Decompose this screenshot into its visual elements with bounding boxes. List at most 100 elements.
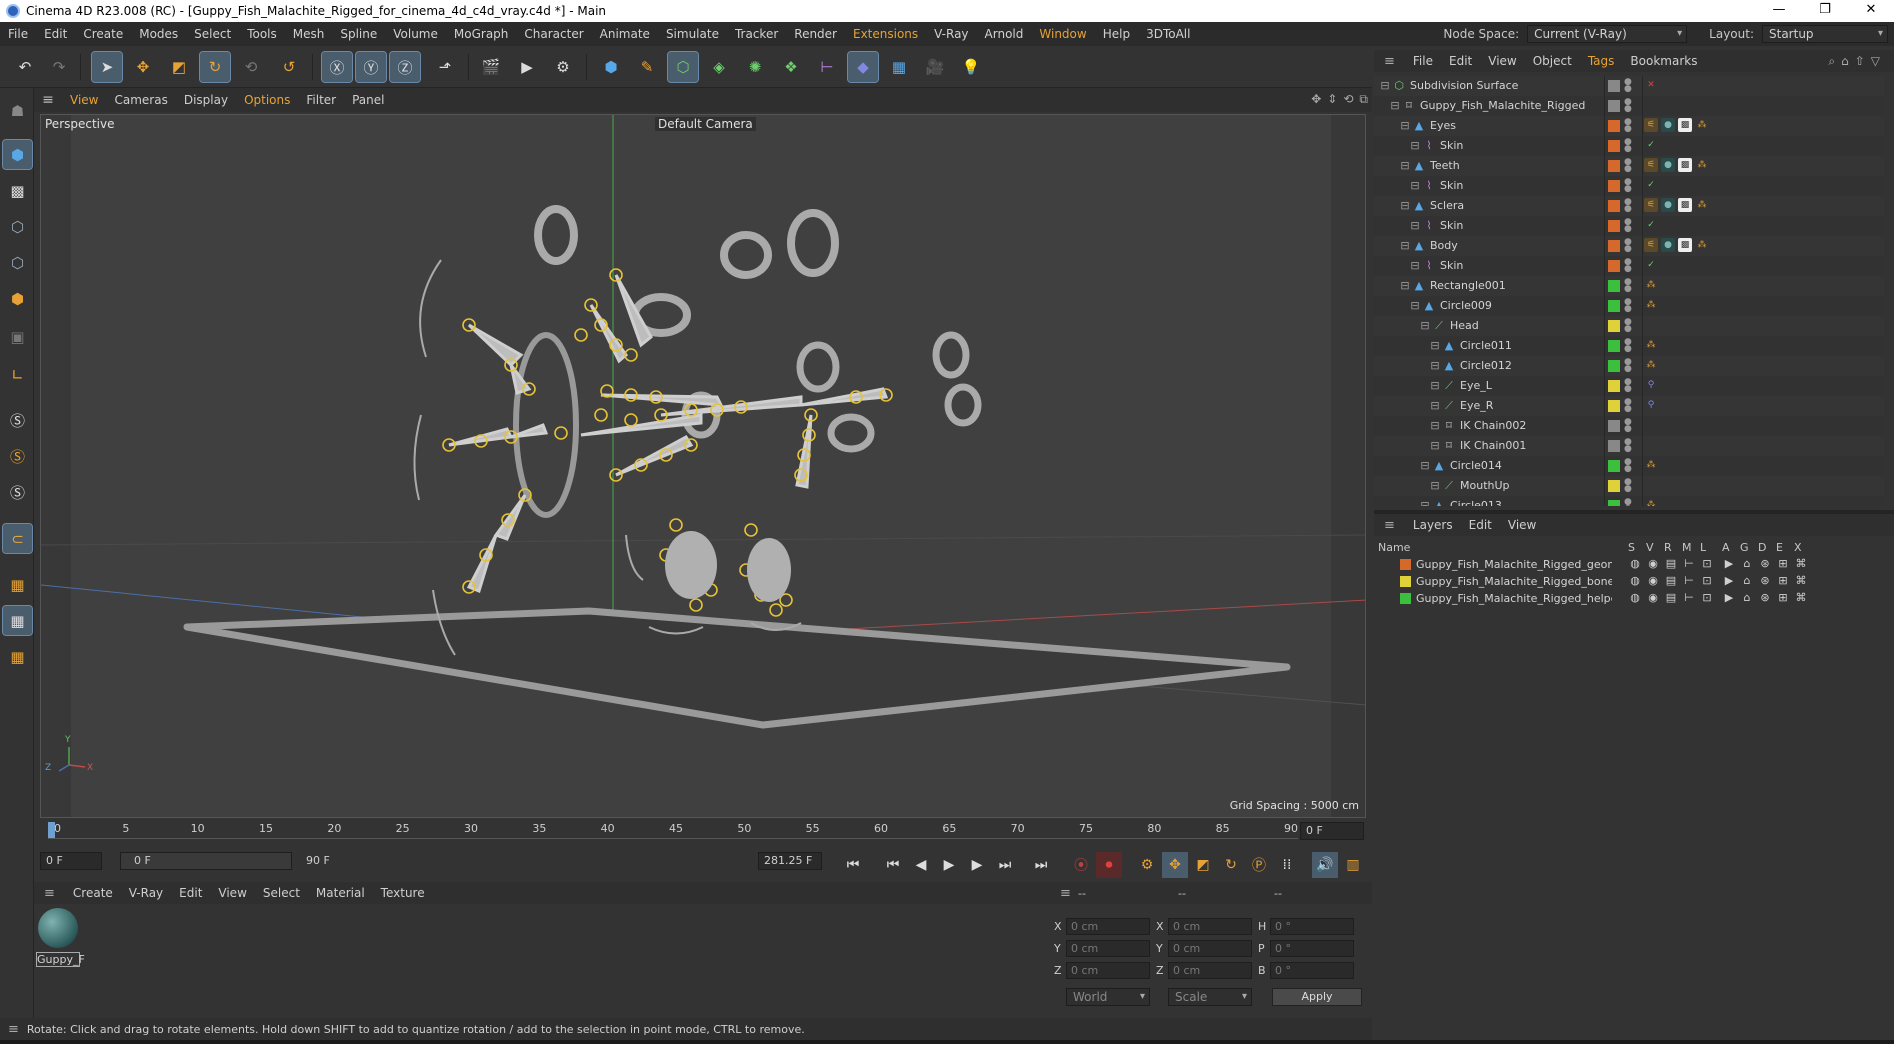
solo-icon[interactable]: ◍ [1628,557,1642,570]
polygons-mode-icon[interactable]: ⬢ [3,284,32,313]
enabled-check-icon[interactable]: ✓ [1644,178,1658,192]
menu-edit[interactable]: Edit [36,27,75,41]
expand-toggle-icon[interactable]: ⊟ [1408,219,1422,233]
deformers-icon[interactable]: ⊛ [1758,591,1772,604]
layer-color-swatch[interactable] [1400,576,1411,587]
expand-toggle-icon[interactable]: ⊟ [1428,439,1442,453]
object-row[interactable]: ⊟ ⟋ MouthUp ● ● [1374,476,1884,496]
visibility-dots-icon[interactable]: ●● [1624,258,1632,274]
material-menu-view[interactable]: View [210,886,254,900]
object-menu-edit[interactable]: Edit [1441,54,1480,68]
size-x-field[interactable]: 0 cm [1168,918,1252,935]
transform-tool-icon[interactable]: ↺ [274,52,304,82]
scale-key-icon[interactable]: ◩ [1190,852,1216,878]
object-row[interactable]: ⊟ ⌇ Skin ● ● ✓ [1374,256,1884,276]
apply-button[interactable]: Apply [1272,988,1362,1006]
position-key-icon[interactable]: ✥ [1162,852,1188,878]
rot-h-field[interactable]: 0 ° [1270,918,1354,935]
visibility-dots-icon[interactable]: ●● [1624,78,1632,94]
material-tag-icon[interactable]: ● [1661,158,1675,172]
expand-toggle-icon[interactable]: ⊟ [1398,239,1412,253]
expressions-icon[interactable]: ⊞ [1776,591,1790,604]
phong-tag-icon[interactable]: ⚟ [1644,118,1658,132]
object-row[interactable]: ⊟ ▲ Circle012 ● ● ⁂ [1374,356,1884,376]
uvw-tag-icon[interactable]: ▩ [1678,238,1692,252]
timeline-ruler[interactable]: 0 5 10 15 20 25 30 35 40 45 50 55 60 65 70 75 80 85 90 [48,822,1298,840]
menu-select[interactable]: Select [186,27,239,41]
visibility-dots-icon[interactable]: ●● [1624,498,1632,507]
close-button[interactable]: ✕ [1848,0,1894,22]
deformer-icon[interactable]: ⊢ [812,52,842,82]
pos-z-field[interactable]: 0 cm [1066,962,1150,979]
enabled-check-icon[interactable]: ✓ [1644,218,1658,232]
material-tag-icon[interactable]: ● [1661,238,1675,252]
solo-single-icon[interactable]: Ⓢ [3,442,32,471]
layer-color-swatch[interactable] [1608,120,1620,132]
snap-magnet-icon[interactable]: ⊂ [2,523,33,554]
record-active-objects-icon[interactable]: ⦿ [1068,852,1094,878]
visibility-dots-icon[interactable]: ●● [1624,298,1632,314]
3d-viewport[interactable]: Perspective Default Camera Grid Spacing … [40,114,1366,818]
render-icon[interactable]: ▤ [1664,591,1678,604]
expand-toggle-icon[interactable]: ⊟ [1428,339,1442,353]
material-menu-select[interactable]: Select [255,886,308,900]
object-row[interactable]: ⊟ ⌇ Skin ● ● ✓ [1374,216,1884,236]
layer-color-swatch[interactable] [1400,593,1411,604]
previous-key-icon[interactable]: ⏮ [880,852,906,878]
weight-tag-icon[interactable]: ⁂ [1644,458,1658,472]
menu-help[interactable]: Help [1095,27,1138,41]
expand-toggle-icon[interactable]: ⊟ [1398,279,1412,293]
weight-tag-icon[interactable]: ⁂ [1644,498,1658,506]
go-to-end-icon[interactable]: ⏭ [1028,852,1054,878]
subdivision-generator-icon[interactable]: ⬡ [667,51,699,83]
visibility-dots-icon[interactable]: ●● [1624,478,1632,494]
edges-mode-icon[interactable]: ⬡ [3,248,32,277]
object-row[interactable]: ⊟ ▲ Eyes ● ● ⚟ ● ▩ ⁂ [1374,116,1884,136]
material-hamburger-icon[interactable]: ≡ [34,886,65,901]
menu-window[interactable]: Window [1031,27,1094,41]
floor-icon[interactable]: ▦ [884,52,914,82]
visibility-dots-icon[interactable]: ●● [1624,418,1632,434]
coord-scale-select[interactable]: Scale [1168,988,1252,1006]
ik-tag-icon[interactable]: ⚲ [1644,378,1658,392]
visibility-dots-icon[interactable]: ●● [1624,198,1632,214]
layer-color-swatch[interactable] [1608,80,1620,92]
object-row[interactable]: ⊟ ⌇ Skin ● ● ✓ [1374,136,1884,156]
object-row[interactable]: ⊟ ▲ Body ● ● ⚟ ● ▩ ⁂ [1374,236,1884,256]
visibility-dots-icon[interactable]: ●● [1624,318,1632,334]
layer-color-swatch[interactable] [1608,500,1620,506]
weight-tag-icon[interactable]: ⁂ [1695,158,1709,172]
object-menu-view[interactable]: View [1480,54,1524,68]
next-frame-icon[interactable]: ▶ [964,852,990,878]
phong-tag-icon[interactable]: ⚟ [1644,238,1658,252]
z-axis-lock-icon[interactable]: Ⓩ [389,51,421,83]
layer-menu-view[interactable]: View [1500,518,1544,532]
visibility-dots-icon[interactable]: ●● [1624,338,1632,354]
menu-3dtoall[interactable]: 3DToAll [1138,27,1198,41]
move-tool-icon[interactable]: ✥ [128,52,158,82]
expand-toggle-icon[interactable]: ⊟ [1398,199,1412,213]
solo-off-icon[interactable]: Ⓢ [3,406,32,435]
menu-mograph[interactable]: MoGraph [446,27,517,41]
object-row[interactable]: ⊟ ⌑ IK Chain001 ● ● [1374,436,1884,456]
coordinate-system-icon[interactable]: ⬏ [430,52,460,82]
object-row[interactable]: ⊟ ⌑ Guppy_Fish_Malachite_Rigged ● ● [1374,96,1884,116]
pen-spline-icon[interactable]: ✎ [632,52,662,82]
material-menu-edit[interactable]: Edit [171,886,210,900]
rotate-view-icon[interactable]: ⟲ [1343,92,1353,107]
visibility-dots-icon[interactable]: ●● [1624,358,1632,374]
rotation-key-icon[interactable]: ↻ [1218,852,1244,878]
rot-b-field[interactable]: 0 ° [1270,962,1354,979]
viewport-menu-display[interactable]: Display [176,93,236,107]
layer-row[interactable]: Guppy_Fish_Malachite_Rigged_geometry ◍ ◉ ▤ ⊢… [1374,556,1894,573]
uvw-tag-icon[interactable]: ▩ [1678,118,1692,132]
visibility-dots-icon[interactable]: ●● [1624,138,1632,154]
phong-tag-icon[interactable]: ⚟ [1644,198,1658,212]
autokeying-icon[interactable]: ⏺ [1096,852,1122,878]
menu-mesh[interactable]: Mesh [285,27,333,41]
restore-button[interactable]: ❐ [1802,0,1848,22]
render-icon[interactable]: ▤ [1664,557,1678,570]
object-row[interactable]: ⊟ ⟋ Eye_R ● ● ⚲ [1374,396,1884,416]
menu-tracker[interactable]: Tracker [727,27,786,41]
object-row[interactable]: ⊟ ⌇ Skin ● ● ✓ [1374,176,1884,196]
